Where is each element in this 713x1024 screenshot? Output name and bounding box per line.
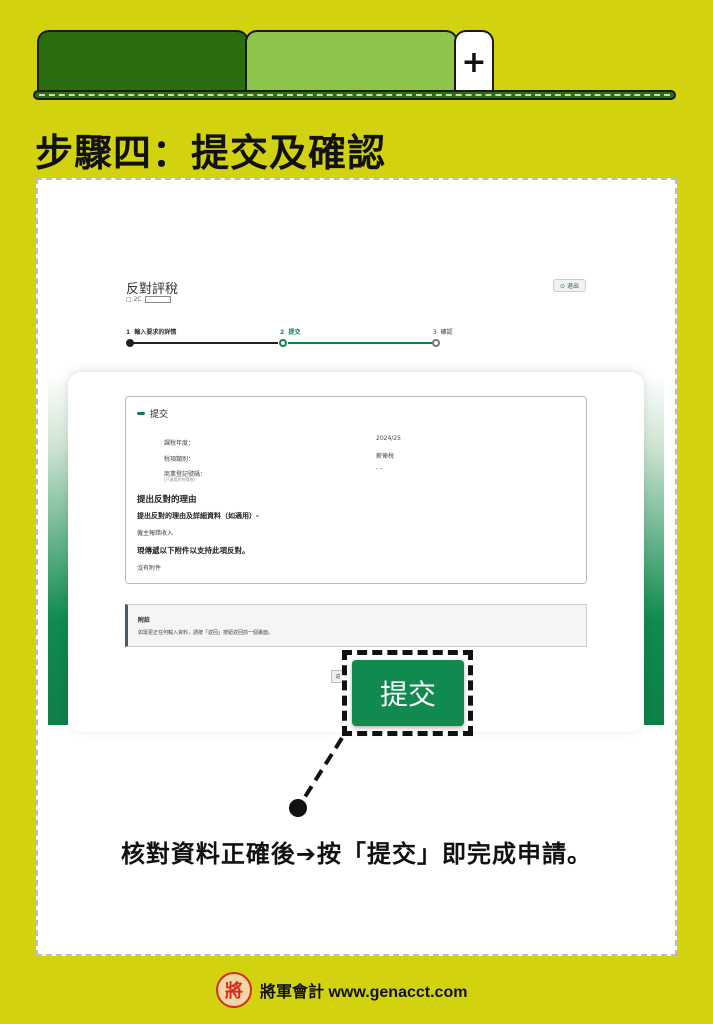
footer: 將 將軍會計 www.genacct.com bbox=[216, 972, 467, 1008]
pointer-dot bbox=[289, 799, 307, 817]
footer-text[interactable]: 將軍會計 www.genacct.com bbox=[260, 978, 467, 1002]
instruction-text: 核對資料正確後➔按「提交」即完成申請。 bbox=[120, 840, 593, 868]
company-seal-icon: 將 bbox=[216, 972, 252, 1008]
pointer-line bbox=[296, 736, 344, 810]
